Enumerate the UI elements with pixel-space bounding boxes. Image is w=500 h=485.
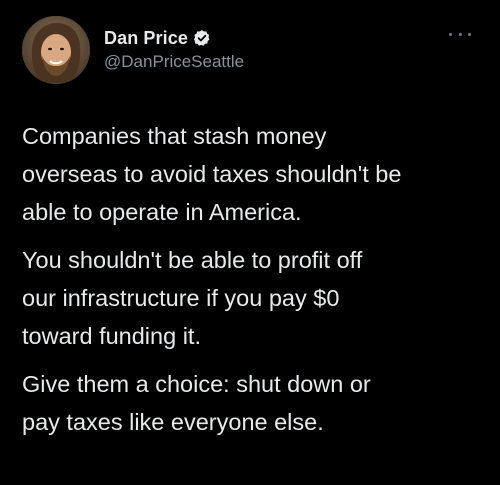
profile-avatar[interactable] bbox=[22, 16, 90, 84]
tweet-paragraph: Give them a choice: shut down or pay tax… bbox=[22, 371, 371, 435]
tweet-paragraph: Companies that stash money overseas to a… bbox=[22, 123, 402, 225]
display-name[interactable]: Dan Price bbox=[104, 28, 188, 49]
display-name-row: Dan Price bbox=[104, 27, 244, 49]
dot bbox=[458, 32, 462, 36]
dot bbox=[468, 32, 471, 36]
dot bbox=[449, 32, 452, 36]
tweet-card[interactable]: Dan Price @DanPriceSeattle Companies tha… bbox=[0, 0, 500, 485]
more-options-icon[interactable] bbox=[449, 30, 471, 38]
user-handle[interactable]: @DanPriceSeattle bbox=[104, 52, 244, 72]
tweet-text: Companies that stash money overseas to a… bbox=[22, 117, 492, 451]
author-block: Dan Price @DanPriceSeattle bbox=[104, 27, 244, 72]
tweet-paragraph: You shouldn't be able to profit off our … bbox=[22, 247, 363, 349]
verified-badge-icon bbox=[193, 29, 211, 47]
